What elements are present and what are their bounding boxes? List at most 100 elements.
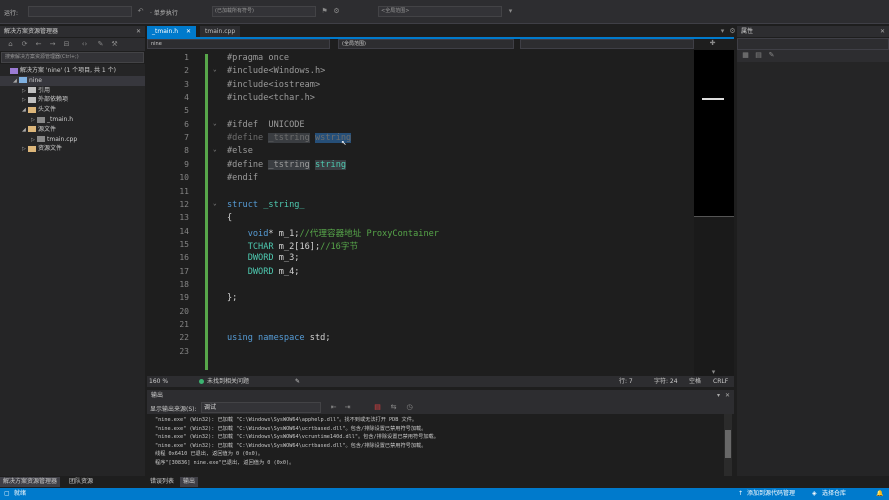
split-icon[interactable]: ✚ <box>708 39 717 48</box>
tab-error-list[interactable]: 错误列表 <box>147 477 177 487</box>
zoom-level[interactable]: 160 % <box>149 376 168 387</box>
tab-solution-explorer[interactable]: 解决方案资源管理器 <box>0 477 61 487</box>
repo-icon: ◈ <box>812 490 817 497</box>
tree-item[interactable]: ▷ 资源文件 <box>0 144 145 154</box>
forward-icon[interactable]: → <box>48 40 57 49</box>
code-line[interactable]: #define _tstring string <box>227 159 347 170</box>
find-prev-icon[interactable]: ⇤ <box>329 403 338 412</box>
fold-icon[interactable]: ⌄ <box>213 146 217 153</box>
eol-mode[interactable]: CRLF <box>713 376 728 387</box>
select-repo[interactable]: 选择仓库 <box>822 488 846 500</box>
undo-icon[interactable]: ↶ <box>136 7 145 16</box>
solution-search-input[interactable]: 搜索解决方案资源管理器(Ctrl+;) <box>1 52 144 63</box>
categorized-icon[interactable]: ▦ <box>741 51 750 60</box>
tree-item[interactable]: 解决方案 'nine' (1 个项目, 共 1 个) <box>0 66 145 76</box>
toolbar-find-combo[interactable] <box>28 6 132 17</box>
tab-team-explorer[interactable]: 团队资源 <box>66 477 96 487</box>
add-source-control[interactable]: 添加到源代码管理 <box>747 488 795 500</box>
property-pages-icon[interactable]: ✎ <box>767 51 776 60</box>
code-line[interactable]: #pragma once <box>227 53 289 63</box>
line-number: 14 <box>179 226 189 236</box>
pin-icon[interactable]: ▾ <box>717 390 720 401</box>
project-combo[interactable]: nine <box>147 39 330 49</box>
output-scroll-thumb[interactable] <box>725 430 731 458</box>
code-line[interactable]: #define _tstring wstring <box>227 133 352 144</box>
line-number: 3 <box>184 79 189 89</box>
tree-item[interactable]: ▷ tmain.cpp <box>0 135 145 145</box>
tree-item[interactable]: ▷ 引用 <box>0 86 145 96</box>
word-wrap-icon[interactable]: ⇆ <box>389 403 398 412</box>
fold-icon[interactable]: ⌄ <box>213 200 217 207</box>
clock-icon[interactable]: ◷ <box>405 403 414 412</box>
minimap-viewport[interactable] <box>694 50 734 217</box>
output-title: 输出 <box>151 392 164 399</box>
output-line: "nine.exe" (Win32): 已加载 "C:\Windows\SysW… <box>155 442 427 449</box>
code-line[interactable]: DWORD m_4; <box>227 267 300 277</box>
code-line[interactable]: using namespace std; <box>227 333 331 343</box>
properties-toolbar: ▦ ▤ ✎ <box>737 50 889 62</box>
code-line[interactable]: TCHAR m_2[16];//16字节 <box>227 240 358 252</box>
toolbar-line-combo[interactable]: (已加载所有符号) <box>212 6 316 17</box>
output-content[interactable]: "nine.exe" (Win32): 已加载 "C:\Windows\SysW… <box>147 414 734 476</box>
output-scrollbar[interactable] <box>724 414 732 476</box>
close-icon[interactable]: ✕ <box>136 26 141 37</box>
tree-item[interactable]: ◢ 源文件 <box>0 125 145 135</box>
line-number: 行: 7 <box>619 378 633 385</box>
output-source-combo[interactable]: 调试 <box>201 402 321 413</box>
find-next-icon[interactable]: ⇥ <box>343 403 352 412</box>
editor-settings-icon[interactable]: ⚙ <box>728 27 737 36</box>
settings-icon[interactable]: ⚙ <box>332 7 341 16</box>
code-line[interactable]: void* m_1;//代理容器地址 ProxyContainer <box>227 227 439 239</box>
clear-all-icon[interactable]: ▤ <box>373 403 382 412</box>
tree-item[interactable]: ◢ nine <box>0 75 145 86</box>
tree-item[interactable]: ◢ 头文件 <box>0 105 145 115</box>
minimap[interactable] <box>694 50 734 376</box>
code-line[interactable]: #include<iostream> <box>227 80 320 90</box>
member-combo[interactable] <box>520 39 694 49</box>
collapse-icon[interactable]: ⊟ <box>62 40 71 49</box>
tab-output[interactable]: 输出 <box>180 477 199 487</box>
scope-combo[interactable]: (全局范围) <box>338 39 514 49</box>
sync-icon[interactable]: ⟳ <box>20 40 29 49</box>
home-icon[interactable]: ⌂ <box>6 40 15 49</box>
line-number: 23 <box>179 346 189 356</box>
fold-icon[interactable]: ⌄ <box>213 66 217 73</box>
wrench-icon[interactable]: ✎ <box>96 40 105 49</box>
pin-icon[interactable]: ▾ <box>506 7 515 16</box>
close-icon[interactable]: ✕ <box>880 26 885 37</box>
code-line[interactable]: #ifdef UNICODE <box>227 120 305 130</box>
back-icon[interactable]: ← <box>34 40 43 49</box>
toolbar-find-label: 运行: <box>4 10 19 17</box>
code-line[interactable]: }; <box>227 293 237 303</box>
tree-item[interactable]: ▷ _tmain.h <box>0 115 145 125</box>
code-line[interactable]: #include<tchar.h> <box>227 93 315 103</box>
code-line[interactable]: { <box>227 213 232 223</box>
line-number: 15 <box>179 239 189 249</box>
tree-item[interactable]: ▷ 外部依赖项 <box>0 95 145 105</box>
indent-mode[interactable]: 空格 <box>689 376 701 387</box>
header-file-icon <box>37 116 45 123</box>
issues-label[interactable]: 未找到相关问题 <box>207 376 249 387</box>
line-number: 22 <box>179 333 189 343</box>
tab-close-icon[interactable]: ✕ <box>186 28 191 35</box>
close-icon[interactable]: ✕ <box>725 390 730 401</box>
fold-icon[interactable]: ⌄ <box>213 120 217 127</box>
code-icon[interactable]: ‹› <box>80 40 89 49</box>
properties-icon[interactable]: ⚒ <box>110 40 119 49</box>
code-line[interactable]: #else <box>227 146 253 156</box>
alphabetical-icon[interactable]: ▤ <box>754 51 763 60</box>
line-number: 8 <box>184 146 189 156</box>
code-editor[interactable]: 1 #pragma once 2 ⌄ #include<Windows.h> 3 #incl… <box>147 50 694 376</box>
tab-overflow-icon[interactable]: ▾ <box>718 27 727 36</box>
line-number: 5 <box>184 106 189 116</box>
code-line[interactable]: DWORD m_3; <box>227 253 300 263</box>
properties-object-combo[interactable] <box>737 38 889 50</box>
code-line[interactable]: #include<Windows.h> <box>227 66 325 76</box>
bookmark-icon[interactable]: ⚑ <box>320 7 329 16</box>
code-line[interactable]: #endif <box>227 173 258 183</box>
code-line[interactable]: struct _string_ <box>227 200 305 210</box>
brush-icon[interactable]: ✎ <box>295 376 300 387</box>
notification-icon[interactable]: 🔔 <box>876 488 883 500</box>
toolbar-symbol-combo[interactable]: <全局范围> <box>378 6 502 17</box>
status-ready: 就绪 <box>14 490 27 497</box>
